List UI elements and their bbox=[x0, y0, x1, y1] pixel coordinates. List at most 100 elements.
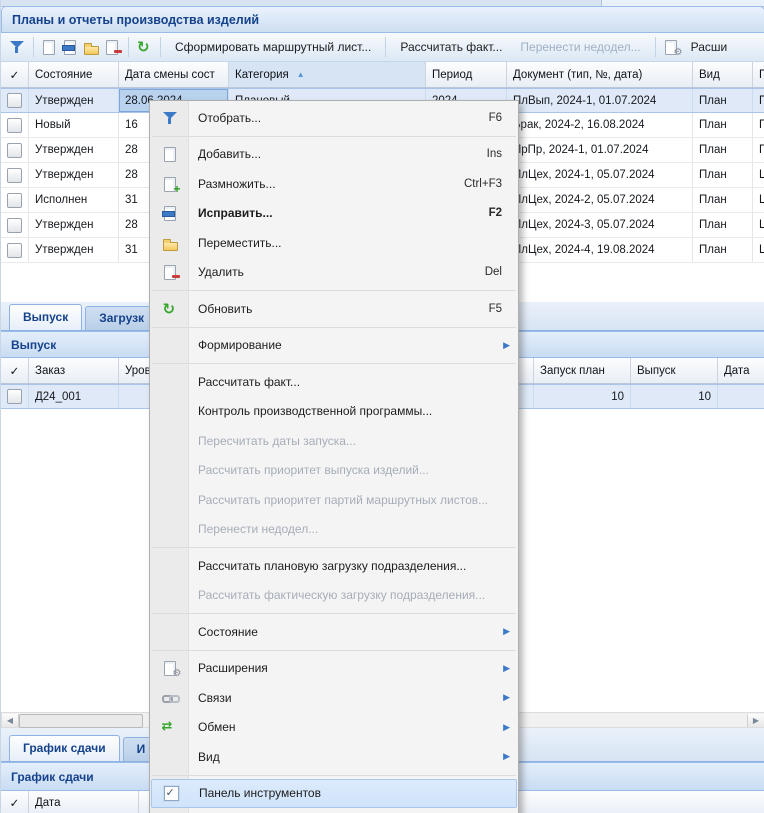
move-icon[interactable] bbox=[83, 39, 100, 55]
header-check-column[interactable]: ✓ bbox=[1, 358, 29, 383]
header-period[interactable]: Период bbox=[426, 62, 507, 87]
header-check-column[interactable]: ✓ bbox=[1, 791, 29, 813]
cell-release[interactable]: 10 bbox=[631, 385, 718, 408]
cell-extra[interactable]: Пл bbox=[753, 89, 764, 112]
row-checkbox[interactable] bbox=[7, 218, 22, 233]
row-checkbox[interactable] bbox=[7, 243, 22, 258]
filter-icon[interactable] bbox=[9, 39, 26, 55]
menu-item[interactable]: Связи ▶ bbox=[150, 683, 518, 713]
cell-extra[interactable]: Пл bbox=[753, 138, 764, 162]
header-date[interactable]: Дата bbox=[29, 791, 139, 813]
cell-document[interactable]: ПлВып, 2024-1, 01.07.2024 bbox=[507, 89, 693, 112]
menu-item[interactable]: ▶ bbox=[150, 360, 518, 367]
header-document[interactable]: Документ (тип, №, дата) bbox=[507, 62, 693, 87]
menu-item[interactable]: Пересчитать даты запуска... ▶ bbox=[150, 426, 518, 456]
scroll-left-icon[interactable]: ◀ bbox=[2, 714, 19, 727]
cell-state[interactable]: Утвержден bbox=[29, 138, 119, 162]
cell-state[interactable]: Исполнен bbox=[29, 188, 119, 212]
header-extra[interactable]: Пе bbox=[753, 62, 764, 87]
move-backlog-button[interactable]: Перенести недодел... bbox=[511, 40, 649, 54]
calc-fact-button[interactable]: Рассчитать факт... bbox=[391, 40, 511, 54]
menu-item[interactable]: Рассчитать плановую загрузку подразделен… bbox=[150, 551, 518, 581]
menu-item[interactable]: ▶ bbox=[150, 772, 518, 779]
cell-document[interactable]: ПлЦех, 2024-1, 05.07.2024 bbox=[507, 163, 693, 187]
cell-document[interactable]: ПлЦех, 2024-4, 19.08.2024 bbox=[507, 238, 693, 262]
cell-kind[interactable]: План bbox=[693, 113, 753, 137]
row-checkbox[interactable] bbox=[7, 168, 22, 183]
menu-item[interactable]: Рассчитать приоритет партий маршрутных л… bbox=[150, 485, 518, 515]
cell-extra[interactable]: Пл bbox=[753, 113, 764, 137]
row-check-cell[interactable] bbox=[1, 385, 29, 408]
menu-item[interactable]: Удалить Del ▶ bbox=[150, 258, 518, 288]
form-route-sheet-button[interactable]: Сформировать маршрутный лист... bbox=[166, 40, 380, 54]
header-order[interactable]: Заказ bbox=[29, 358, 119, 383]
cell-kind[interactable]: План bbox=[693, 238, 753, 262]
header-kind[interactable]: Вид bbox=[693, 62, 753, 87]
menu-item[interactable]: ▶ bbox=[150, 610, 518, 617]
row-checkbox[interactable] bbox=[7, 143, 22, 158]
menu-item[interactable]: ▶ bbox=[150, 544, 518, 551]
menu-item[interactable]: Добавить... Ins ▶ bbox=[150, 140, 518, 170]
menu-item[interactable]: Формирование ▶ bbox=[150, 331, 518, 361]
row-checkbox[interactable] bbox=[7, 389, 22, 404]
row-checkbox[interactable] bbox=[7, 93, 22, 108]
cell-state[interactable]: Утвержден bbox=[29, 163, 119, 187]
extensions-icon[interactable] bbox=[663, 39, 680, 55]
menu-item[interactable]: Панель инструментов ▶ bbox=[151, 779, 517, 809]
header-launch-plan[interactable]: Запуск план bbox=[534, 358, 631, 383]
row-checkbox[interactable] bbox=[7, 193, 22, 208]
header-check-column[interactable]: ✓ bbox=[1, 62, 29, 87]
header-category[interactable]: Категория ▲ bbox=[229, 62, 426, 87]
cell-document[interactable]: ПлЦех, 2024-2, 05.07.2024 bbox=[507, 188, 693, 212]
menu-item[interactable]: ▶ bbox=[150, 324, 518, 331]
menu-item[interactable]: Исправить... F2 ▶ bbox=[150, 199, 518, 229]
menu-item[interactable]: ▶ bbox=[150, 287, 518, 294]
header-state[interactable]: Состояние bbox=[29, 62, 119, 87]
menu-item[interactable]: Вид ▶ bbox=[150, 742, 518, 772]
cell-document[interactable]: ПрПр, 2024-1, 01.07.2024 bbox=[507, 138, 693, 162]
cell-extra[interactable]: Це bbox=[753, 238, 764, 262]
row-check-cell[interactable] bbox=[1, 138, 29, 162]
add-icon[interactable] bbox=[41, 39, 58, 55]
cell-date[interactable] bbox=[718, 385, 764, 408]
refresh-icon[interactable] bbox=[136, 39, 153, 55]
row-check-cell[interactable] bbox=[1, 113, 29, 137]
row-check-cell[interactable] bbox=[1, 188, 29, 212]
cell-kind[interactable]: План bbox=[693, 213, 753, 237]
menu-item[interactable]: Обновить F5 ▶ bbox=[150, 294, 518, 324]
tab-vypusk[interactable]: Выпуск bbox=[9, 304, 82, 330]
tab-zagruzka[interactable]: Загрузк bbox=[85, 306, 158, 330]
menu-item[interactable]: Рассчитать фактическую загрузку подразде… bbox=[150, 581, 518, 611]
menu-item[interactable]: Размножить... Ctrl+F3 ▶ bbox=[150, 169, 518, 199]
cell-kind[interactable]: План bbox=[693, 163, 753, 187]
tab-grafik-sdachi[interactable]: График сдачи bbox=[9, 735, 120, 761]
row-check-cell[interactable] bbox=[1, 238, 29, 262]
cell-state[interactable]: Новый bbox=[29, 113, 119, 137]
menu-item[interactable]: ▶ bbox=[150, 647, 518, 654]
delete-icon[interactable] bbox=[104, 39, 121, 55]
menu-item[interactable]: Контроль производственной программы... ▶ bbox=[150, 397, 518, 427]
cell-extra[interactable]: Це bbox=[753, 213, 764, 237]
menu-item[interactable]: Состояние ▶ bbox=[150, 617, 518, 647]
cell-order[interactable]: Д24_001 bbox=[29, 385, 119, 408]
cell-state[interactable]: Утвержден bbox=[29, 238, 119, 262]
cell-extra[interactable]: Це bbox=[753, 188, 764, 212]
header-date[interactable]: Дата смены сост bbox=[119, 62, 229, 87]
scroll-right-icon[interactable]: ▶ bbox=[747, 714, 764, 727]
cell-state[interactable]: Утвержден bbox=[29, 213, 119, 237]
row-check-cell[interactable] bbox=[1, 213, 29, 237]
header-release[interactable]: Выпуск bbox=[631, 358, 718, 383]
menu-item[interactable]: ▶ bbox=[150, 133, 518, 140]
edit-icon[interactable] bbox=[62, 39, 79, 55]
cell-state[interactable]: Утвержден bbox=[29, 89, 119, 112]
cell-document[interactable]: ПлЦех, 2024-3, 05.07.2024 bbox=[507, 213, 693, 237]
menu-item[interactable]: Расширения ▶ bbox=[150, 654, 518, 684]
cell-kind[interactable]: План bbox=[693, 138, 753, 162]
cell-kind[interactable]: План bbox=[693, 188, 753, 212]
menu-item[interactable]: Обмен ▶ bbox=[150, 713, 518, 743]
header-date[interactable]: Дата bbox=[718, 358, 764, 383]
row-checkbox[interactable] bbox=[7, 118, 22, 133]
row-check-cell[interactable] bbox=[1, 89, 29, 112]
extensions-button[interactable]: Расши bbox=[682, 40, 737, 54]
scrollbar-thumb[interactable] bbox=[19, 714, 143, 728]
